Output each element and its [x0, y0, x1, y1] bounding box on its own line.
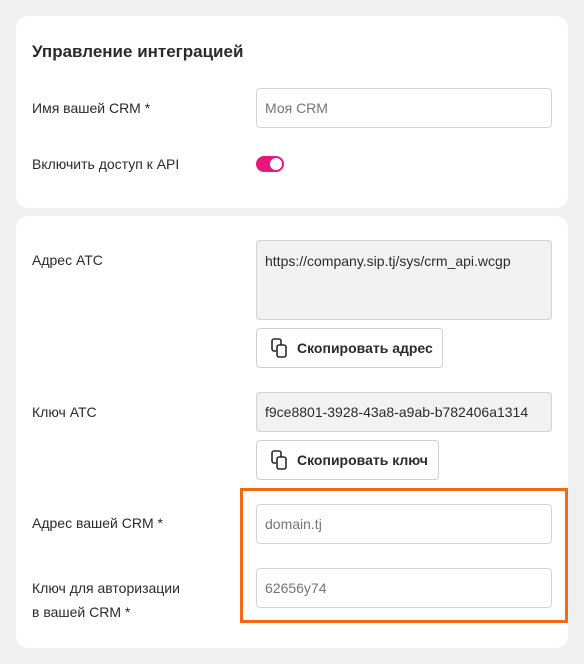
- crm-auth-key-label-line1: Ключ для авторизации: [32, 580, 180, 596]
- copy-address-label: Скопировать адрес: [297, 340, 433, 356]
- api-access-label: Включить доступ к API: [32, 156, 180, 172]
- section-title: Управление интеграцией: [32, 42, 244, 61]
- integration-card: Управление интеграцией Имя вашей CRM * В…: [16, 16, 568, 208]
- copy-icon: [271, 338, 287, 358]
- copy-address-button[interactable]: Скопировать адрес: [256, 328, 443, 368]
- copy-key-label: Скопировать ключ: [297, 452, 428, 468]
- pbx-key-label: Ключ АТС: [32, 404, 97, 420]
- toggle-knob: [270, 158, 282, 170]
- copy-icon: [271, 450, 287, 470]
- highlight-frame: [240, 488, 568, 623]
- pbx-key-field[interactable]: f9ce8801-3928-43a8-a9ab-b782406a1314: [256, 392, 552, 432]
- copy-key-button[interactable]: Скопировать ключ: [256, 440, 439, 480]
- pbx-address-field[interactable]: https://company.sip.tj/sys/crm_api.wcgp: [256, 240, 552, 320]
- pbx-address-label: Адрес АТС: [32, 252, 103, 268]
- crm-auth-key-label-line2: в вашей CRM *: [32, 604, 131, 620]
- api-access-toggle[interactable]: [256, 156, 284, 172]
- crm-name-input[interactable]: [256, 88, 552, 128]
- crm-name-label: Имя вашей CRM *: [32, 100, 151, 116]
- crm-address-label: Адрес вашей CRM *: [32, 515, 163, 531]
